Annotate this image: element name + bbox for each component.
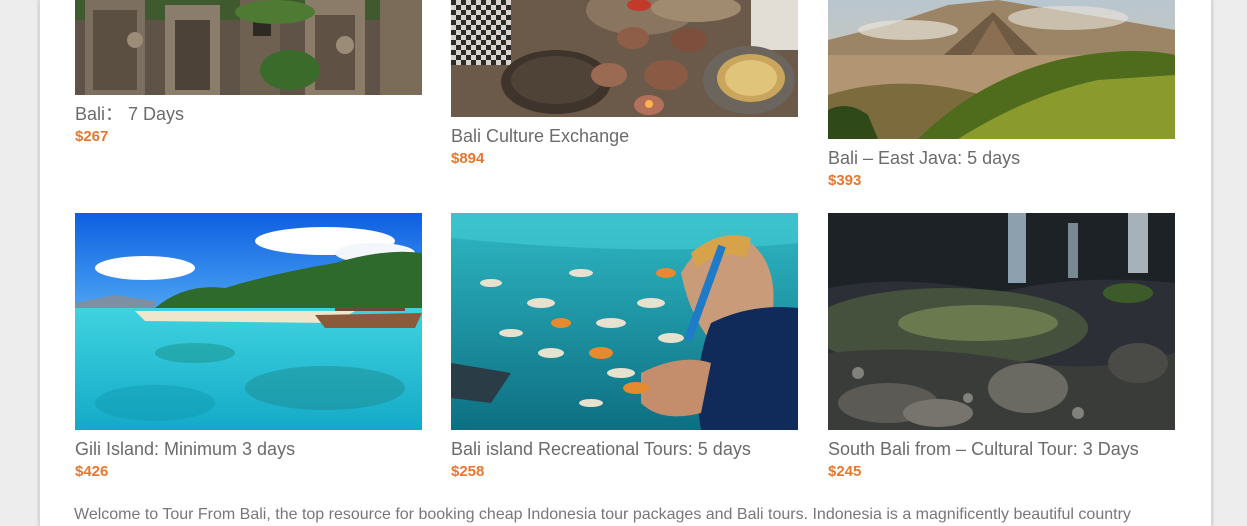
tour-price: $267 — [75, 128, 109, 145]
tour-card-5: Bali island Recreational Tours: 5 days $… — [451, 213, 798, 482]
tour-card-3: Bali – East Java: 5 days $393 — [828, 0, 1175, 191]
tour-title[interactable]: Bali Culture Exchange — [451, 125, 798, 147]
tour-image-beach[interactable] — [75, 213, 422, 430]
tour-card-6: South Bali from – Cultural Tour: 3 Days … — [828, 213, 1175, 482]
tour-card-1: Bali： 7 Days $267 — [75, 0, 422, 147]
tour-card-2: Bali Culture Exchange $894 — [451, 0, 798, 169]
tour-price: $245 — [828, 463, 862, 480]
intro-paragraph: Welcome to Tour From Bali, the top resou… — [74, 506, 1131, 523]
tour-image-cooking[interactable] — [451, 0, 798, 117]
tour-image-waterfall[interactable] — [828, 213, 1175, 430]
tour-card-4: Gili Island: Minimum 3 days $426 — [75, 213, 422, 482]
tour-price: $393 — [828, 172, 862, 189]
tour-title[interactable]: Gili Island: Minimum 3 days — [75, 438, 422, 460]
tour-title[interactable]: South Bali from – Cultural Tour: 3 Days — [828, 438, 1175, 460]
tour-title[interactable]: Bali： 7 Days — [75, 103, 422, 125]
tour-price: $894 — [451, 150, 485, 167]
tour-image-temple[interactable] — [75, 0, 422, 95]
tour-title[interactable]: Bali – East Java: 5 days — [828, 147, 1175, 169]
tour-price: $258 — [451, 463, 485, 480]
tour-image-snorkeling[interactable] — [451, 213, 798, 430]
tour-price: $426 — [75, 463, 109, 480]
tour-image-volcano[interactable] — [828, 0, 1175, 139]
tour-title[interactable]: Bali island Recreational Tours: 5 days — [451, 438, 798, 460]
